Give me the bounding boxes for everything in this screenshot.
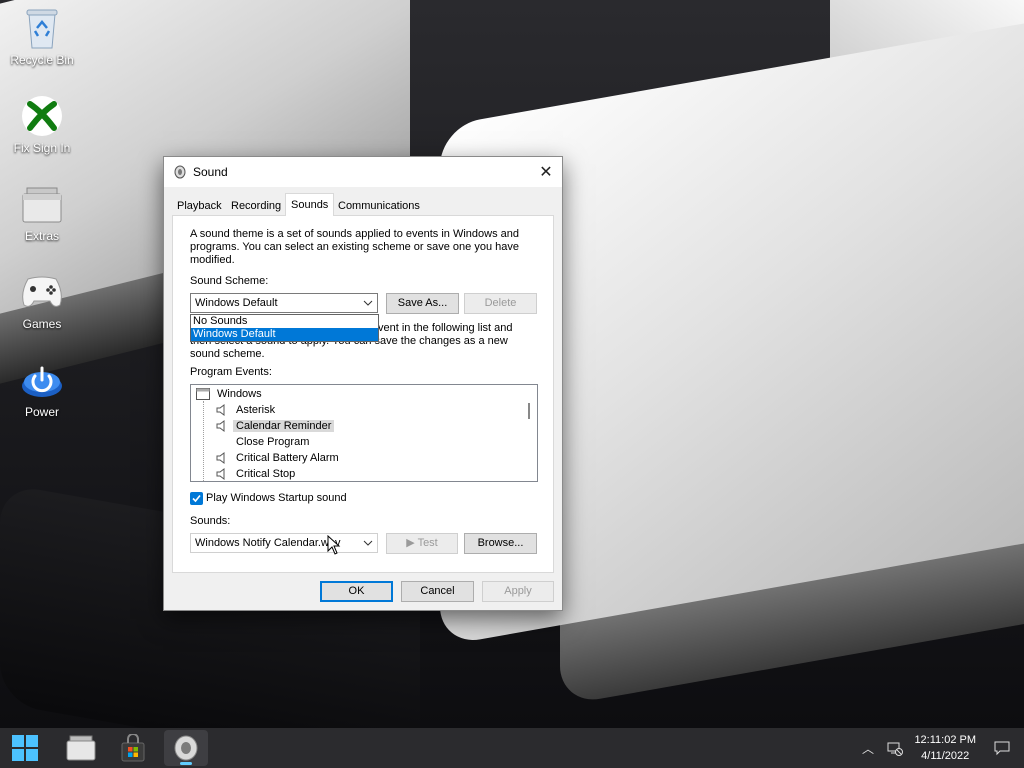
dialog-title: Sound <box>193 165 228 179</box>
chevron-up-icon[interactable]: ︿ <box>862 740 874 757</box>
speaker-icon <box>173 165 187 179</box>
sound-dialog: Sound ✕ Playback Recording Sounds Commun… <box>163 156 563 611</box>
sound-file-select[interactable]: Windows Notify Calendar.wav <box>190 533 378 553</box>
desktop-icon-label: Power <box>24 405 59 419</box>
gamepad-icon <box>20 270 64 314</box>
speaker-icon <box>215 404 227 417</box>
sounds-panel: A sound theme is a set of sounds applied… <box>172 215 554 573</box>
tab-recording[interactable]: Recording <box>226 197 286 215</box>
sound-file-value: Windows Notify Calendar.wav <box>195 537 341 549</box>
desktop-icon-label: Fix Sign In <box>13 141 71 155</box>
sounds-label: Sounds: <box>190 515 231 527</box>
scheme-option-windows-default[interactable]: Windows Default <box>191 328 378 341</box>
desktop-icon-label: Extras <box>24 229 59 243</box>
clock-date: 4/11/2022 <box>921 750 970 762</box>
scheme-dropdown-list: No Sounds Windows Default <box>190 314 379 342</box>
network-icon[interactable] <box>887 740 903 759</box>
tab-sounds[interactable]: Sounds <box>285 193 335 216</box>
delete-button[interactable]: Delete <box>464 293 537 314</box>
store-icon[interactable] <box>111 730 155 766</box>
scheme-option-no-sounds[interactable]: No Sounds <box>191 315 378 328</box>
folder-icon <box>20 182 64 226</box>
sound-scheme-label: Sound Scheme: <box>190 275 269 287</box>
power-icon <box>20 358 64 402</box>
program-events-label: Program Events: <box>190 366 272 378</box>
desktop-icon-fix-sign-in[interactable]: Fix Sign In <box>0 94 84 155</box>
apply-button[interactable]: Apply <box>482 581 554 602</box>
recycle-bin-icon <box>20 6 64 50</box>
change-text-line3: sound scheme. <box>190 348 265 360</box>
startup-sound-checkbox[interactable] <box>190 492 203 505</box>
taskbar-clock[interactable]: 12:11:02 PM 4/11/2022 <box>914 732 976 764</box>
desktop-icon-games[interactable]: Games <box>0 270 84 331</box>
desktop-icon-power[interactable]: Power <box>0 358 84 419</box>
desktop-icon-recycle-bin[interactable]: Recycle Bin <box>0 6 84 67</box>
taskbar: ︿ 12:11:02 PM 4/11/2022 <box>0 728 1024 768</box>
speaker-icon <box>215 420 227 433</box>
test-button[interactable]: ▶ Test <box>386 533 458 554</box>
tab-communications[interactable]: Communications <box>333 197 425 215</box>
speaker-icon <box>215 468 227 481</box>
change-text-line1: vent in the following list and <box>378 322 513 334</box>
play-icon: ▶ <box>406 537 415 549</box>
save-as-button[interactable]: Save As... <box>386 293 459 314</box>
start-icon[interactable] <box>3 730 47 766</box>
list-item[interactable]: Asterisk <box>215 402 278 418</box>
desktop-icon-extras[interactable]: Extras <box>0 182 84 243</box>
sound-scheme-value: Windows Default <box>195 297 278 309</box>
sound-settings-icon[interactable] <box>164 730 208 766</box>
list-item[interactable]: Calendar Reminder <box>215 418 335 434</box>
dialog-titlebar[interactable]: Sound ✕ <box>164 157 562 187</box>
close-icon[interactable]: ✕ <box>530 157 562 187</box>
tab-playback[interactable]: Playback <box>172 197 227 215</box>
notification-icon[interactable] <box>994 740 1010 759</box>
program-events-list[interactable]: Windows Asterisk Calendar Reminder Close… <box>190 384 538 482</box>
mouse-cursor-icon <box>327 534 341 558</box>
list-item[interactable]: Critical Stop <box>215 466 298 481</box>
clock-time: 12:11:02 PM <box>914 734 976 746</box>
list-item[interactable]: Close Program <box>233 434 312 450</box>
sound-scheme-select[interactable]: Windows Default <box>190 293 378 313</box>
file-explorer-icon[interactable] <box>59 730 103 766</box>
desktop-icon-label: Games <box>22 317 62 331</box>
startup-sound-label[interactable]: Play Windows Startup sound <box>206 492 347 505</box>
xbox-icon <box>20 94 64 138</box>
speaker-icon <box>215 452 227 465</box>
intro-text: A sound theme is a set of sounds applied… <box>190 228 519 266</box>
events-scrollbar[interactable] <box>521 385 537 481</box>
cancel-button[interactable]: Cancel <box>401 581 474 602</box>
window-group-icon <box>196 388 210 401</box>
desktop-icon-label: Recycle Bin <box>10 53 74 67</box>
list-item[interactable]: Critical Battery Alarm <box>215 450 342 466</box>
list-item[interactable]: Windows <box>196 386 265 402</box>
chevron-down-icon <box>363 537 373 549</box>
browse-button[interactable]: Browse... <box>464 533 537 554</box>
ok-button[interactable]: OK <box>320 581 393 602</box>
chevron-down-icon <box>363 297 373 309</box>
